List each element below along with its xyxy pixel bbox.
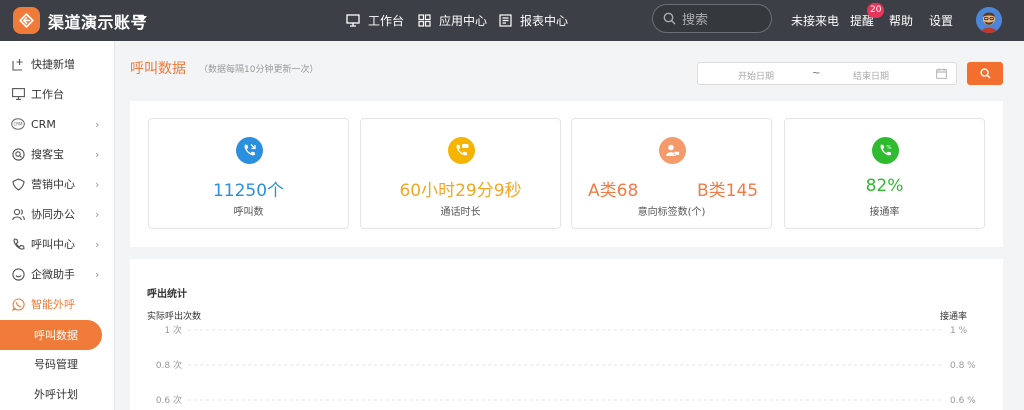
monitor-icon [346,14,360,27]
sidebar-item-label: 智能外呼 [31,298,75,311]
intent-tags-label: 意向标签数(个) [637,207,706,218]
sidebar-subitem-outbound-plan[interactable]: 外呼计划 [0,379,115,409]
sidebar-subitem-number-management[interactable]: 号码管理 [0,349,115,379]
sidebar-item-label: CRM [31,117,56,131]
quick-add-icon [11,57,25,71]
sidebar-item-label: 协同办公 [31,208,75,221]
nav-workbench-label: 工作台 [368,14,405,28]
settings-link[interactable]: 设置 [929,12,953,29]
sidebar-item-label: 搜客宝 [31,148,64,161]
sidebar-subitem-call-data[interactable]: 呼叫数据 [0,320,102,350]
phone-percent-icon: % [872,137,899,164]
y-tick-label: 0.8 次 [156,359,182,371]
app-logo[interactable] [13,7,40,34]
chart-plot: 1 次 1 % 0.8 次 0.8 % 0.6 次 0.6 % [156,324,976,406]
phone-timer-icon [448,137,475,164]
report-icon [499,14,512,27]
user-avatar-icon [976,7,1002,33]
chevron-right-icon: › [95,117,100,131]
sidebar-item-wecom-assistant[interactable]: 企微助手 › [0,259,115,289]
chevron-right-icon: › [95,207,100,221]
connect-rate-value: 82% [865,176,904,196]
y2-tick-label: 1 % [950,326,968,336]
sidebar-item-call-center[interactable]: 呼叫中心 › [0,229,115,259]
search-placeholder: 搜索 [682,13,709,28]
smile-icon [11,267,25,281]
top-bar: 渠道演示账号 工作台 应用中心 报表中心 搜索 未接来电 提醒 20 帮助 设置 [0,0,1024,41]
user-tag-icon [659,137,686,164]
people-icon [11,207,25,221]
stats-panel: 11250个 呼叫数 60小时29分9秒 通话时长 A类68 B类145 意向标… [130,101,1003,247]
missed-calls-link[interactable]: 未接来电 [791,12,839,29]
y2-tick-label: 0.8 % [950,361,976,371]
chevron-right-icon: › [95,177,100,191]
reminder-count-badge: 20 [867,3,885,18]
sidebar-item-label: 企微助手 [31,268,75,281]
stat-card-intent-tags: A类68 B类145 意向标签数(个) [571,118,772,229]
chevron-right-icon: › [95,147,100,161]
chevron-right-icon: › [95,237,100,251]
sidebar-item-marketing[interactable]: 营销中心 › [0,169,115,199]
nav-workbench[interactable]: 工作台 [346,0,404,41]
phone-call-icon [236,137,263,164]
sidebar-item-workbench[interactable]: 工作台 [0,79,115,109]
help-link[interactable]: 帮助 [889,12,913,29]
connect-rate-label: 接通率 [869,207,900,218]
account-name[interactable]: 渠道演示账号 [48,9,147,33]
svg-text:%: % [886,145,891,151]
date-range-picker[interactable]: 开始日期 ~ 结束日期 [697,62,957,85]
stat-card-call-duration: 60小时29分9秒 通话时长 [360,118,561,229]
sidebar-item-label: 呼叫中心 [31,238,75,251]
phone-icon [11,237,25,251]
search-icon [979,68,991,79]
grid-icon [418,14,431,27]
sidebar-item-collaboration[interactable]: 协同办公 › [0,199,115,229]
nav-app-center-label: 应用中心 [439,14,488,28]
sidebar-item-quick-add[interactable]: 快捷新增 [0,49,115,79]
search-input[interactable]: 搜索 [652,4,772,33]
date-separator: ~ [812,68,821,79]
stat-card-connect-rate: % 82% 接通率 [784,118,985,229]
heart-shield-icon [11,177,25,191]
outbound-chart-panel: 呼出统计 实际呼出次数 接通率 1 次1 % 0.8 次 0.8 % 0.6 次 0.6… [130,259,1003,410]
call-duration-value: 60小时29分9秒 [399,181,522,201]
monitor-icon [11,87,25,101]
start-date-input[interactable]: 开始日期 [738,69,774,82]
intent-tag-a-value: A类68 [588,181,639,201]
call-count-label: 呼叫数 [233,207,264,218]
chevron-right-icon: › [95,267,100,281]
sidebar-item-label: 工作台 [31,88,64,101]
sidebar-item-label: 营销中心 [31,178,75,191]
call-duration-label: 通话时长 [440,207,481,218]
sidebar-item-search-customer[interactable]: 搜客宝 › [0,139,115,169]
calendar-icon [936,68,947,82]
intent-tag-b-value: B类145 [697,181,759,201]
whatsapp-phone-icon [11,297,25,311]
y-tick-label: 0.6 次 [156,394,182,406]
y-tick-label: 1 次 [164,324,182,336]
sidebar: 快捷新增 工作台 CRM CRM › 搜客宝 › 营销中心 › 协同办公 › 呼… [0,41,115,410]
sidebar-item-crm[interactable]: CRM CRM › [0,109,115,139]
end-date-input[interactable]: 结束日期 [853,69,889,82]
nav-app-center[interactable]: 应用中心 [418,0,487,41]
crm-icon: CRM [11,117,25,131]
search-icon [663,12,676,25]
nav-report-center-label: 报表中心 [520,14,569,28]
stat-card-call-count: 11250个 呼叫数 [148,118,349,229]
avatar[interactable] [976,7,1002,33]
page-title: 呼叫数据 [130,61,186,77]
call-count-value: 11250个 [212,181,285,201]
y2-tick-label: 0.6 % [950,396,976,406]
nav-report-center[interactable]: 报表中心 [499,0,568,41]
search-button[interactable] [967,62,1003,85]
svg-text:CRM: CRM [13,122,23,127]
page-subtitle: （数据每隔10分钟更新一次） [199,65,319,75]
search-customer-icon [11,147,25,161]
sidebar-item-label: 快捷新增 [31,58,75,71]
chevron-down-icon[interactable] [137,16,147,22]
sidebar-item-smart-outbound[interactable]: 智能外呼 [0,289,115,319]
logo-icon [19,13,34,28]
